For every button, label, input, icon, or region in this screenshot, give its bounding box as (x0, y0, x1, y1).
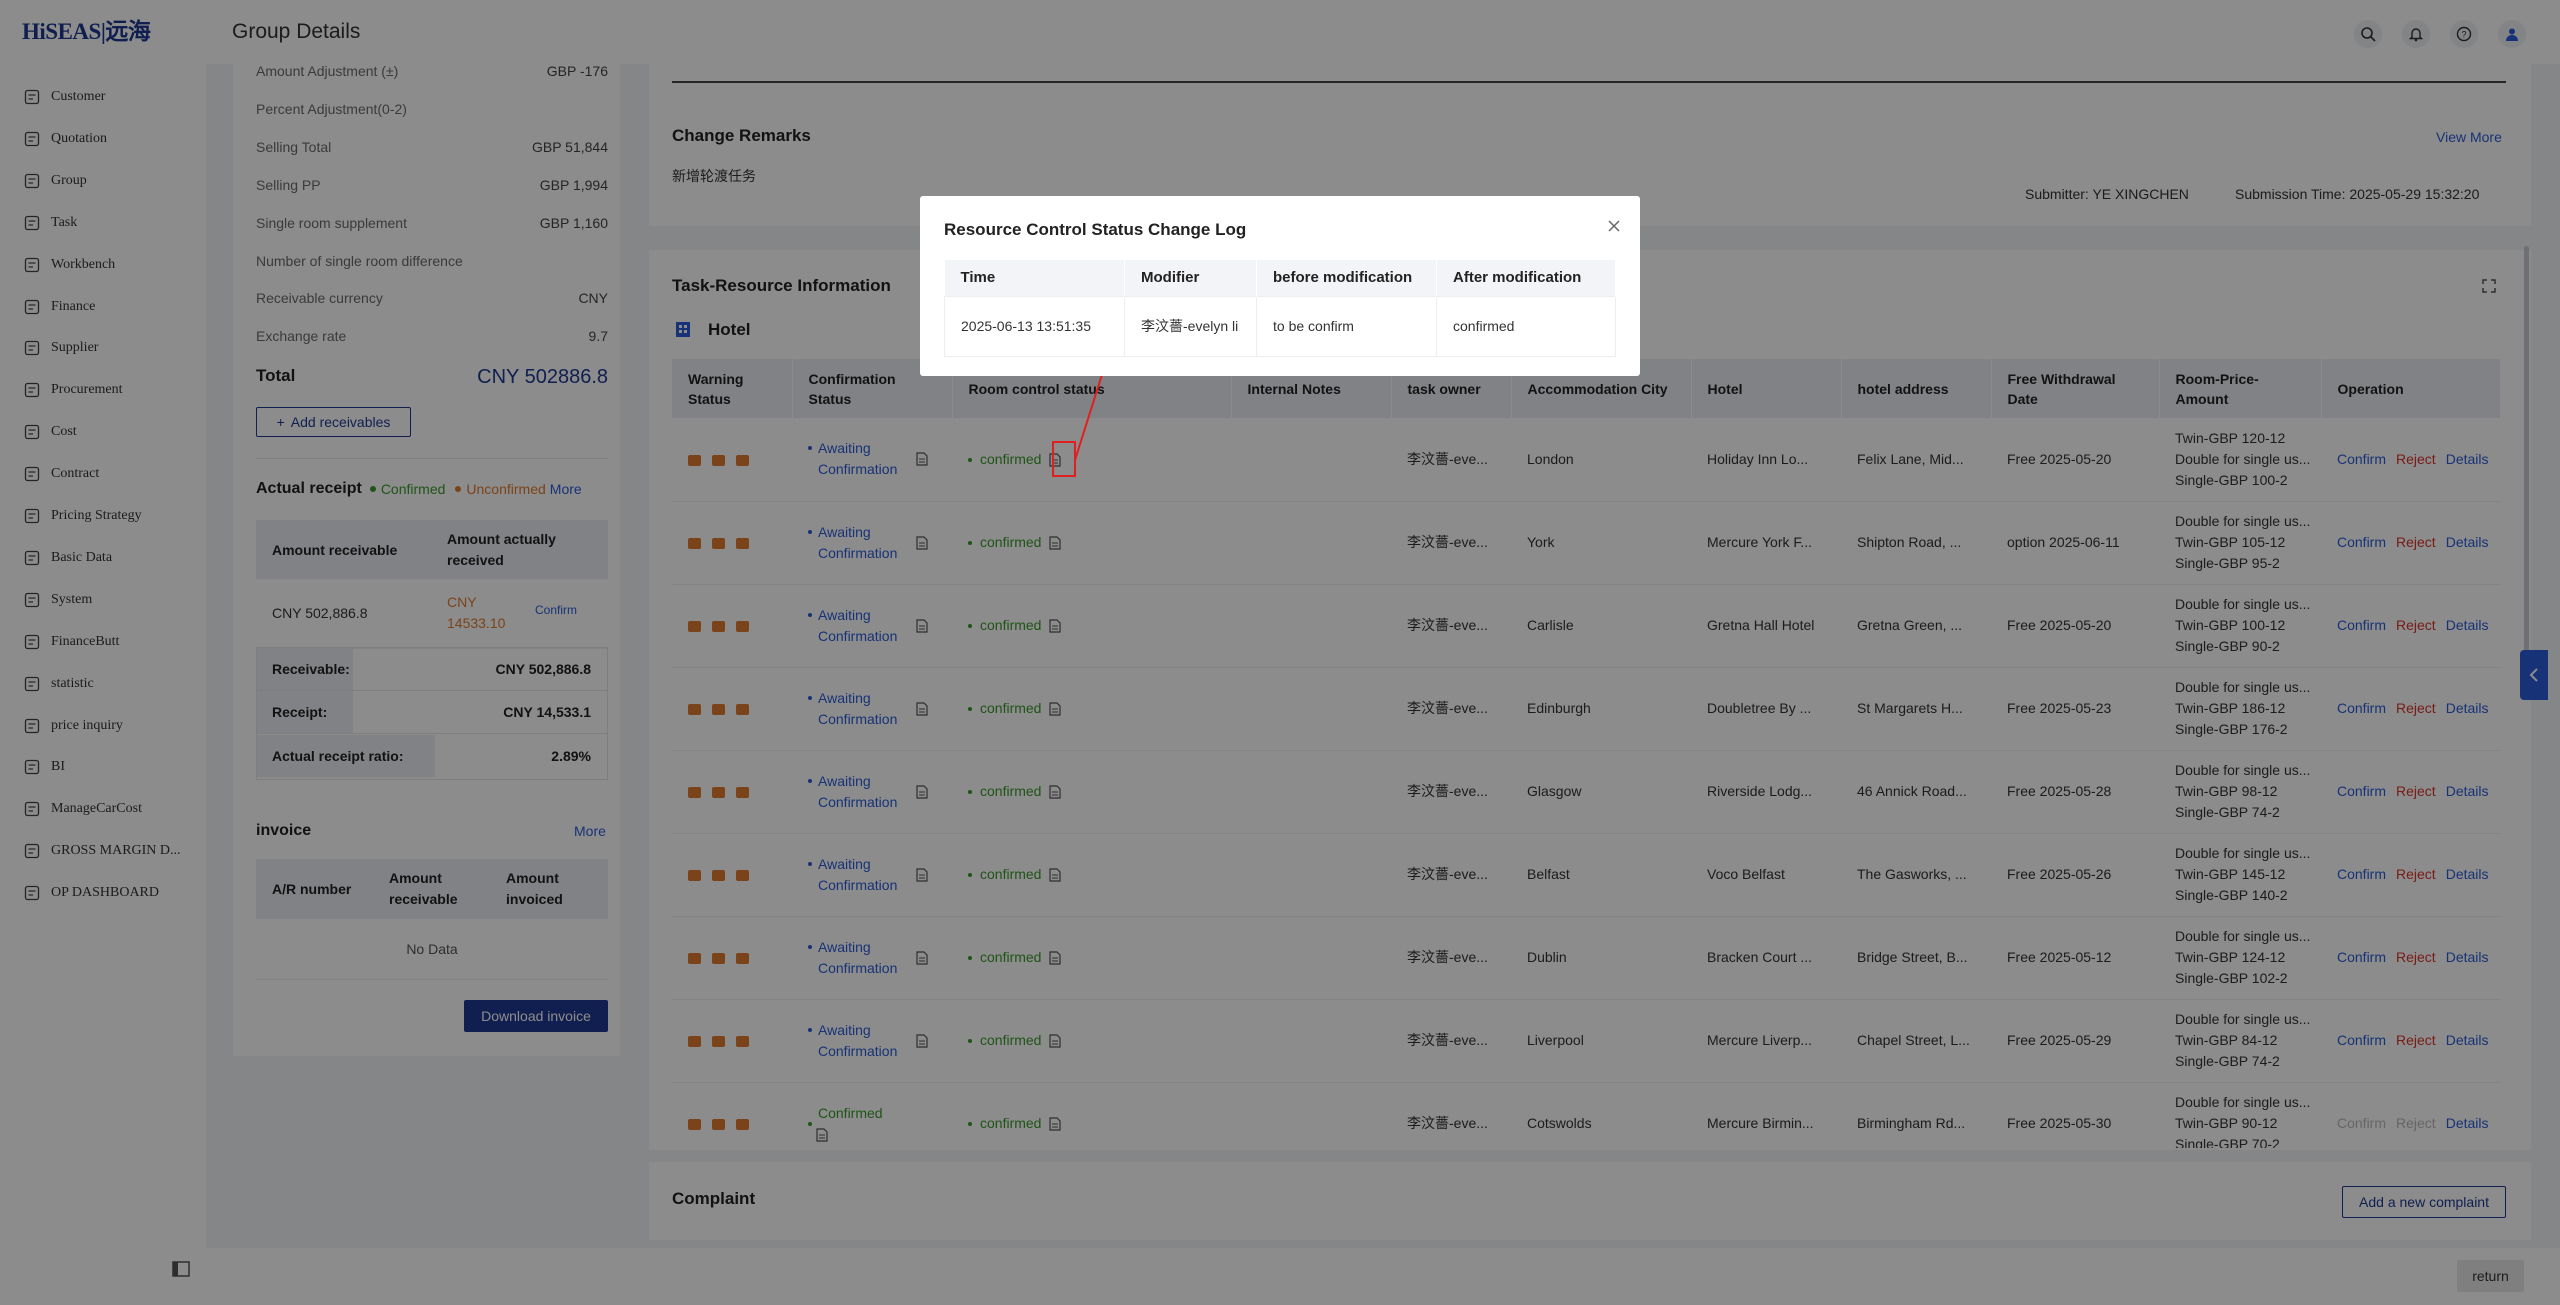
status-change-log-dialog: Resource Control Status Change Log Time … (920, 196, 1640, 376)
log-time: 2025-06-13 13:51:35 (944, 295, 1125, 357)
log-modifier: 李汶薔-evelyn li (1124, 295, 1257, 357)
log-after: confirmed (1436, 295, 1616, 357)
dialog-title: Resource Control Status Change Log (944, 220, 1247, 239)
log-before: to be confirm (1256, 295, 1437, 357)
status-log-table: Time Modifier before modification After … (944, 260, 1616, 357)
col-time: Time (944, 260, 1125, 296)
close-icon[interactable] (1608, 220, 1620, 232)
col-after: After modification (1436, 260, 1616, 296)
col-before: before modification (1256, 260, 1437, 296)
col-modifier: Modifier (1124, 260, 1257, 296)
